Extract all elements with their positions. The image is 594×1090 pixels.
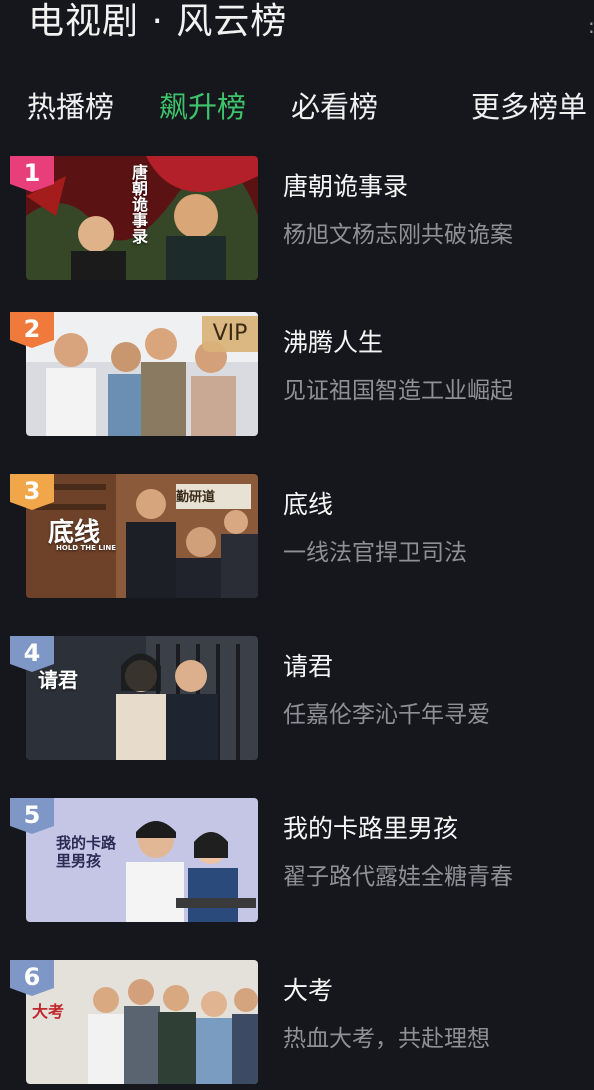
show-title[interactable]: 唐朝诡事录 (283, 170, 408, 204)
rank-badge: 6 (10, 960, 54, 1000)
poster-image (26, 960, 258, 1084)
rank-badge: 5 (10, 798, 54, 838)
show-description: 杨旭文杨志刚共破诡案 (283, 222, 513, 248)
show-title[interactable]: 沸腾人生 (283, 326, 383, 360)
show-title[interactable]: 大考 (283, 974, 333, 1008)
vip-badge: VIP (202, 316, 258, 352)
poster-plaque: 勤研道 (176, 490, 216, 505)
poster-thumbnail[interactable]: 请君 (26, 636, 258, 760)
poster-subcaption: HOLD THE LINE (56, 544, 117, 552)
page-title: 电视剧 · 风云榜 (28, 1, 288, 42)
show-title[interactable]: 我的卡路里男孩 (283, 812, 458, 846)
tab-more-lists[interactable]: 更多榜单 (471, 84, 587, 130)
overflow-indicator: : (588, 14, 594, 34)
list-item[interactable]: 请君 4 请君 任嘉伦李沁千年寻爱 (0, 636, 594, 766)
poster-thumbnail[interactable]: 勤研道 底线 HOLD THE LINE (26, 474, 258, 598)
poster-caption: 唐朝诡事录 (129, 164, 148, 244)
tab-hot[interactable]: 热播榜 (27, 84, 114, 130)
list-item[interactable]: VIP 2 沸腾人生 见证祖国智造工业崛起 (0, 312, 594, 442)
list-item[interactable]: 勤研道 底线 HOLD THE LINE 3 底线 一线法官捍卫司法 (0, 474, 594, 604)
poster-thumbnail[interactable]: VIP (26, 312, 258, 436)
rank-badge: 4 (10, 636, 54, 676)
poster-thumbnail[interactable]: 我的卡路里男孩 (26, 798, 258, 922)
list-item[interactable]: 大考 6 大考 热血大考，共赴理想 (0, 960, 594, 1090)
tab-must-watch[interactable]: 必看榜 (291, 84, 378, 130)
rank-number: 6 (23, 963, 41, 991)
rank-badge: 3 (10, 474, 54, 514)
show-description: 一线法官捍卫司法 (283, 540, 467, 566)
tab-bar: 热播榜 飙升榜 必看榜 更多榜单 (0, 84, 594, 130)
show-title[interactable]: 底线 (283, 488, 333, 522)
poster-caption: 我的卡路里男孩 (56, 834, 117, 870)
show-description: 翟子路代露娃全糖青春 (283, 864, 513, 890)
list-item[interactable]: 唐朝诡事录 1 唐朝诡事录 杨旭文杨志刚共破诡案 (0, 156, 594, 286)
rank-number: 2 (23, 315, 41, 343)
show-description: 任嘉伦李沁千年寻爱 (283, 702, 490, 728)
poster-thumbnail[interactable]: 唐朝诡事录 (26, 156, 258, 280)
poster-image (26, 636, 258, 760)
show-description: 见证祖国智造工业崛起 (283, 378, 513, 404)
list-item[interactable]: 我的卡路里男孩 5 我的卡路里男孩 翟子路代露娃全糖青春 (0, 798, 594, 928)
rank-badge: 1 (10, 156, 54, 196)
tab-rising[interactable]: 飙升榜 (159, 84, 246, 130)
rank-number: 1 (23, 159, 41, 187)
show-title[interactable]: 请君 (283, 650, 333, 684)
rank-badge: 2 (10, 312, 54, 352)
rank-number: 3 (23, 477, 41, 505)
show-description: 热血大考，共赴理想 (283, 1026, 490, 1052)
rank-number: 5 (23, 801, 41, 829)
rank-number: 4 (23, 639, 41, 667)
poster-thumbnail[interactable]: 大考 (26, 960, 258, 1084)
poster-caption: 大考 (32, 1002, 65, 1021)
